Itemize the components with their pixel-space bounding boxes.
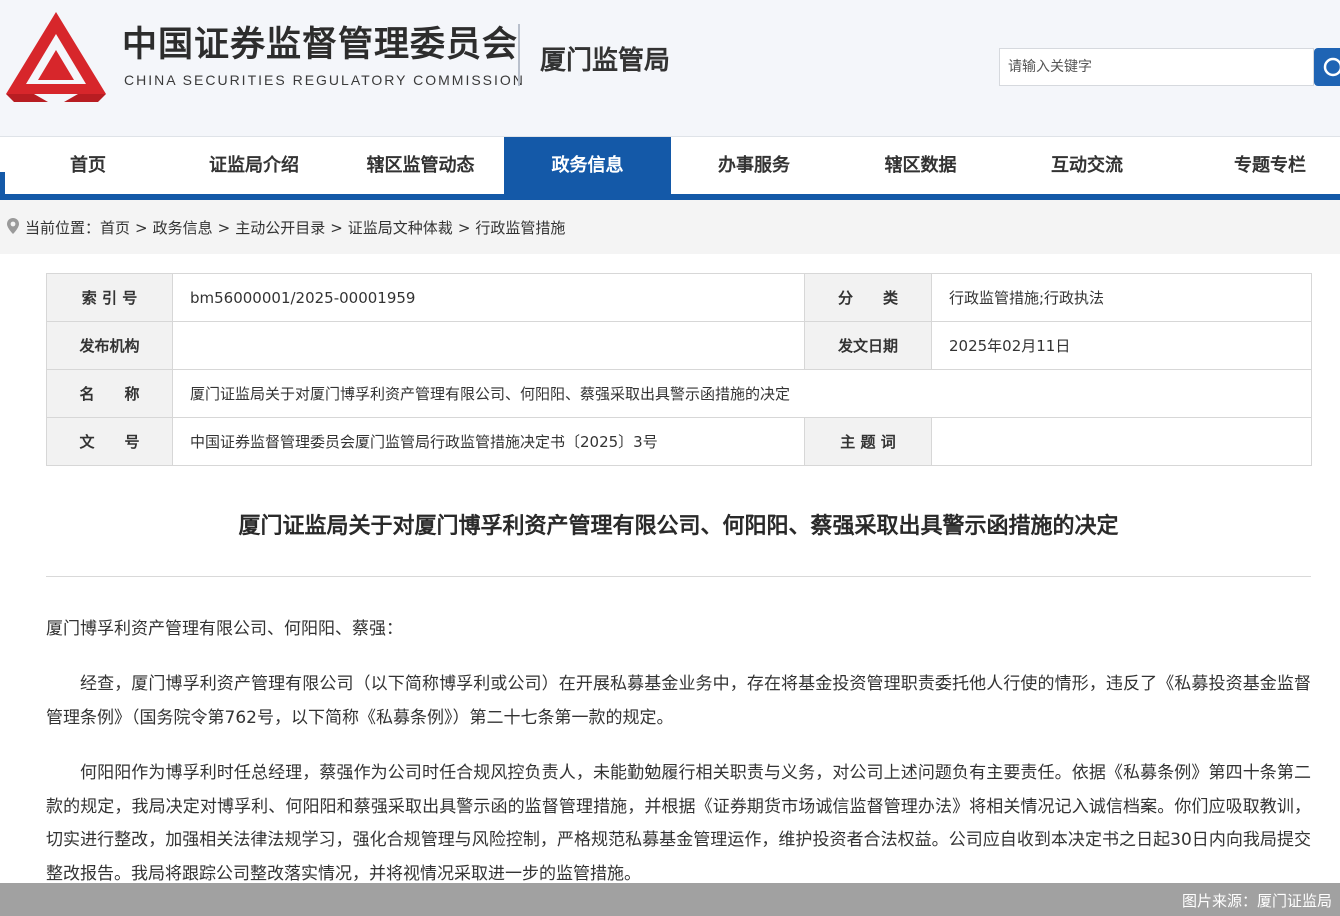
chevron-right-icon: >	[457, 219, 471, 237]
nav-item-regulatory-news[interactable]: 辖区监管动态	[337, 137, 504, 194]
index-label: 索 引 号	[46, 273, 173, 322]
breadcrumb-gov-info[interactable]: 政务信息	[153, 219, 213, 237]
location-pin-icon	[7, 218, 19, 234]
search-input[interactable]	[1000, 49, 1316, 85]
search-box	[999, 48, 1316, 86]
search-icon	[1323, 57, 1340, 77]
nav-item-topics[interactable]: 专题专栏	[1170, 137, 1340, 194]
image-source-caption: 图片来源：厦门证监局	[0, 883, 1340, 916]
name-value: 厦门证监局关于对厦门博孚利资产管理有限公司、何阳阳、蔡强采取出具警示函措施的决定	[172, 369, 1312, 418]
nav-item-bureau-intro[interactable]: 证监局介绍	[171, 137, 337, 194]
publisher-label: 发布机构	[46, 321, 173, 370]
nav-item-data[interactable]: 辖区数据	[837, 137, 1004, 194]
category-value: 行政监管措施;行政执法	[931, 273, 1312, 322]
caption-text: 图片来源：厦门证监局	[1181, 892, 1332, 910]
keywords-value	[931, 417, 1312, 466]
category-label: 分 类	[804, 273, 932, 322]
nav-item-home[interactable]: 首页	[5, 137, 171, 194]
chevron-right-icon: >	[330, 219, 343, 237]
keywords-label: 主 题 词	[804, 417, 932, 466]
publisher-value	[172, 321, 805, 370]
csrc-logo-icon[interactable]	[4, 10, 108, 102]
chevron-right-icon: >	[217, 219, 231, 237]
date-label: 发文日期	[804, 321, 932, 370]
breadcrumb-catalog[interactable]: 主动公开目录	[235, 219, 325, 237]
breadcrumb-home[interactable]: 首页	[100, 219, 130, 237]
org-name-cn: 中国证券监督管理委员会	[122, 25, 519, 65]
nav-item-services[interactable]: 办事服务	[671, 137, 837, 194]
docno-value: 中国证券监督管理委员会厦门监管局行政监管措施决定书〔2025〕3号	[172, 417, 805, 466]
search-button[interactable]	[1314, 48, 1340, 86]
article-paragraph-1: 经查，厦门博孚利资产管理有限公司（以下简称博孚利或公司）在开展私募基金业务中，存…	[46, 674, 1311, 728]
docno-label: 文 号	[46, 417, 173, 466]
breadcrumb: 当前位置：首页 > 政务信息 > 主动公开目录 > 证监局文种体裁 > 行政监管措施	[6, 217, 565, 238]
title-divider	[46, 576, 1311, 577]
nav-item-gov-info[interactable]: 政务信息	[504, 137, 671, 194]
table-row: 名 称 厦门证监局关于对厦门博孚利资产管理有限公司、何阳阳、蔡强采取出具警示函措…	[46, 369, 1312, 418]
nav-item-interaction[interactable]: 互动交流	[1004, 137, 1170, 194]
table-row: 索 引 号 bm56000001/2025-00001959 分 类 行政监管措…	[46, 273, 1312, 322]
header-divider	[518, 24, 520, 86]
table-row: 发布机构 发文日期 2025年02月11日	[46, 321, 1312, 370]
date-value: 2025年02月11日	[931, 321, 1312, 370]
table-row: 文 号 中国证券监督管理委员会厦门监管局行政监管措施决定书〔2025〕3号 主 …	[46, 417, 1312, 466]
chevron-right-icon: >	[135, 219, 148, 237]
article-title: 厦门证监局关于对厦门博孚利资产管理有限公司、何阳阳、蔡强采取出具警示函措施的决定	[238, 514, 1119, 539]
breadcrumb-prefix: 当前位置：	[25, 219, 101, 237]
article-salutation: 厦门博孚利资产管理有限公司、何阳阳、蔡强：	[46, 619, 403, 639]
breadcrumb-doc-types[interactable]: 证监局文种体裁	[348, 219, 453, 237]
breadcrumb-measures[interactable]: 行政监管措施	[475, 219, 565, 237]
name-label: 名 称	[46, 369, 173, 418]
document-info-table: 索 引 号 bm56000001/2025-00001959 分 类 行政监管措…	[46, 273, 1312, 466]
article-paragraph-2: 何阳阳作为博孚利时任总经理，蔡强作为公司时任合规风控负责人，未能勤勉履行相关职责…	[46, 763, 1311, 884]
bureau-name: 厦门监管局	[540, 46, 671, 76]
org-name-en: CHINA SECURITIES REGULATORY COMMISSION	[124, 72, 525, 88]
index-value: bm56000001/2025-00001959	[172, 273, 805, 322]
